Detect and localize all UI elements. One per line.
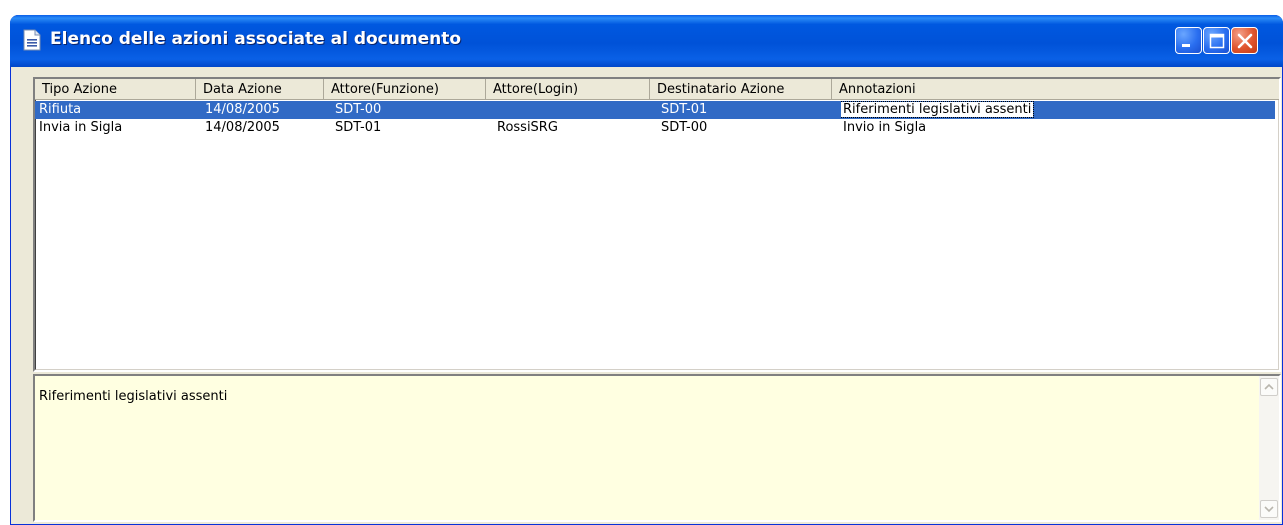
column-header-attore-login[interactable]: Attore(Login) [486, 79, 650, 100]
listview-header: Tipo Azione Data Azione Attore(Funzione)… [35, 79, 1279, 100]
column-header-destinatario-azione[interactable]: Destinatario Azione [650, 79, 832, 100]
cell-tipo-azione: Invia in Sigla [39, 120, 123, 135]
window-title: Elenco delle azioni associate al documen… [50, 29, 462, 49]
close-button[interactable] [1231, 27, 1258, 54]
cell-attore-login: RossiSRG [497, 120, 558, 135]
cell-destinatario-azione: SDT-01 [661, 102, 708, 117]
memo-text[interactable]: Riferimenti legislativi assenti [39, 389, 227, 404]
column-header-data-azione[interactable]: Data Azione [196, 79, 324, 100]
actions-listview[interactable]: Tipo Azione Data Azione Attore(Funzione)… [33, 77, 1281, 372]
maximize-button[interactable] [1203, 27, 1230, 54]
cell-annotazioni: Riferimenti legislativi assenti [841, 101, 1271, 119]
minimize-icon [1182, 44, 1190, 47]
cell-data-azione: 14/08/2005 [205, 120, 280, 135]
cell-destinatario-azione: SDT-00 [661, 120, 708, 135]
cell-annotazioni: Invio in Sigla [843, 120, 927, 135]
document-list-icon [23, 29, 41, 51]
cell-attore-funzione: SDT-00 [335, 102, 382, 117]
close-icon [1237, 33, 1253, 49]
scroll-down-icon [1264, 506, 1274, 513]
column-header-tipo-azione[interactable]: Tipo Azione [35, 79, 196, 100]
cell-data-azione: 14/08/2005 [205, 102, 280, 117]
actions-window: Elenco delle azioni associate al documen… [10, 15, 1283, 525]
table-row[interactable]: Invia in Sigla 14/08/2005 SDT-01 RossiSR… [35, 119, 1275, 137]
scroll-up-button[interactable] [1260, 378, 1278, 396]
cell-annotazioni-text: Riferimenti legislativi assenti [841, 101, 1035, 118]
annotation-memo[interactable]: Riferimenti legislativi assenti [33, 374, 1281, 522]
column-header-attore-funzione[interactable]: Attore(Funzione) [324, 79, 486, 100]
scroll-up-icon [1264, 383, 1274, 390]
maximize-icon [1209, 33, 1225, 49]
column-header-annotazioni[interactable]: Annotazioni [832, 79, 1279, 100]
cell-tipo-azione: Rifiuta [39, 102, 82, 117]
minimize-button[interactable] [1175, 27, 1202, 54]
memo-scrollbar[interactable] [1259, 376, 1279, 520]
cell-attore-login [497, 101, 647, 119]
cell-attore-funzione: SDT-01 [335, 120, 382, 135]
title-bar[interactable]: Elenco delle azioni associate al documen… [10, 15, 1283, 67]
scroll-down-button[interactable] [1260, 500, 1278, 518]
table-row[interactable]: Rifiuta 14/08/2005 SDT-00 SDT-01 Riferim… [35, 101, 1275, 119]
